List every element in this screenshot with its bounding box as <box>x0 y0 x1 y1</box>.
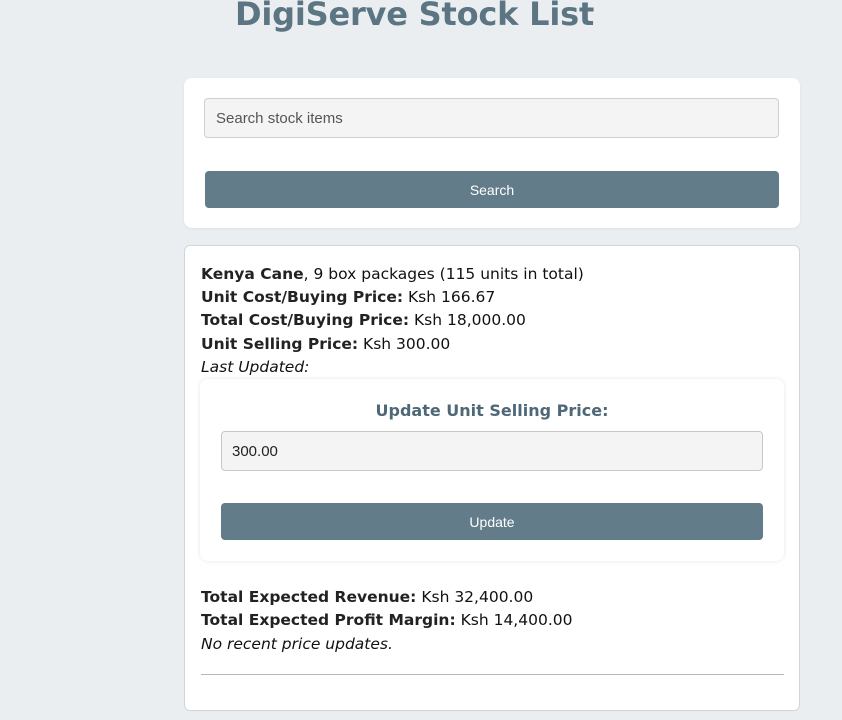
profit-row: Total Expected Profit Margin: Ksh 14,400… <box>201 610 572 630</box>
total-cost-row: Total Cost/Buying Price: Ksh 18,000.00 <box>201 310 526 330</box>
revenue-value: Ksh 32,400.00 <box>421 588 534 606</box>
unit-cost-row: Unit Cost/Buying Price: Ksh 166.67 <box>201 287 495 307</box>
update-button[interactable]: Update <box>221 503 763 540</box>
item-summary: Kenya Cane, 9 box packages (115 units in… <box>201 264 584 284</box>
update-price-panel: Update Unit Selling Price: Update <box>200 379 784 561</box>
revenue-row: Total Expected Revenue: Ksh 32,400.00 <box>201 587 533 607</box>
unit-selling-label: Unit Selling Price: <box>201 335 359 353</box>
page-title: DigiServe Stock List <box>235 0 595 33</box>
divider <box>201 674 784 675</box>
search-button[interactable]: Search <box>205 171 779 208</box>
unit-cost-value: Ksh 166.67 <box>408 288 496 306</box>
profit-value: Ksh 14,400.00 <box>460 611 573 629</box>
profit-label: Total Expected Profit Margin: <box>201 611 456 629</box>
revenue-label: Total Expected Revenue: <box>201 588 417 606</box>
item-name: Kenya Cane <box>201 265 304 283</box>
recent-updates-note: No recent price updates. <box>201 635 393 653</box>
total-cost-label: Total Cost/Buying Price: <box>201 311 410 329</box>
stock-item-card: Kenya Cane, 9 box packages (115 units in… <box>184 245 800 711</box>
total-cost-value: Ksh 18,000.00 <box>414 311 526 329</box>
item-description: , 9 box packages (115 units in total) <box>303 265 584 283</box>
unit-selling-value: Ksh 300.00 <box>363 335 451 353</box>
last-updated: Last Updated: <box>201 358 310 376</box>
search-input[interactable] <box>204 98 779 138</box>
selling-price-input[interactable] <box>221 431 763 471</box>
update-price-heading: Update Unit Selling Price: <box>375 401 609 420</box>
unit-cost-label: Unit Cost/Buying Price: <box>201 288 404 306</box>
search-card: Search <box>184 78 800 228</box>
unit-selling-row: Unit Selling Price: Ksh 300.00 <box>201 334 450 354</box>
